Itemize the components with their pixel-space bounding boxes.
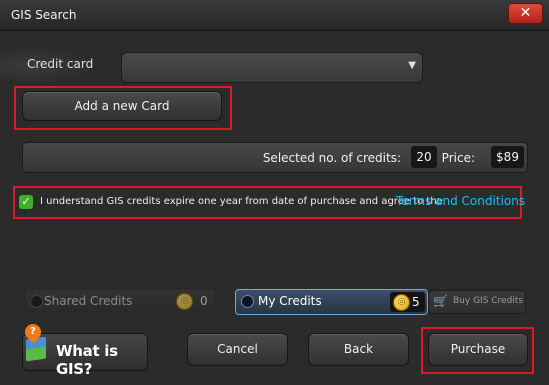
close-button[interactable]: ✕ xyxy=(508,3,543,24)
what-is-gis-button[interactable]: ? What is GIS? xyxy=(21,320,148,378)
buy-credits-label: Buy GIS Credits xyxy=(453,296,524,306)
cancel-button[interactable]: Cancel xyxy=(187,333,288,366)
chevron-down-icon[interactable]: ▼ xyxy=(408,60,416,71)
what-is-gis-label: What is GIS? xyxy=(56,342,118,378)
window-title: GIS Search xyxy=(11,8,77,22)
shared-credits-option[interactable]: Shared Credits ◎ 0 xyxy=(26,290,214,312)
purchase-button[interactable]: Purchase xyxy=(428,333,528,366)
gis-search-window: GIS Search ✕ Credit card ▼ Add a new Car… xyxy=(0,0,549,385)
my-credits-label: My Credits xyxy=(258,294,322,308)
terms-checkbox[interactable]: ✓ xyxy=(19,195,33,209)
coin-icon: ◎ xyxy=(393,294,410,311)
coin-icon: ◎ xyxy=(176,293,193,310)
title-bar: GIS Search ✕ xyxy=(0,0,549,31)
my-credits-option[interactable]: My Credits ◎ 5 xyxy=(235,289,428,315)
shared-credits-count: 0 xyxy=(200,294,208,308)
terms-link[interactable]: Terms and Conditions xyxy=(396,194,525,208)
back-button[interactable]: Back xyxy=(308,333,409,366)
credits-summary-bar: Selected no. of credits: 20 Price: $89 xyxy=(22,142,528,173)
credit-card-label: Credit card xyxy=(27,57,94,71)
my-credits-count-box: ◎ 5 xyxy=(390,292,425,312)
selected-credits-label: Selected no. of credits: xyxy=(262,151,401,165)
selected-credits-value[interactable]: 20 xyxy=(411,146,437,168)
radio-icon[interactable] xyxy=(30,295,43,308)
terms-agreement: ✓ I understand GIS credits expire one ye… xyxy=(19,193,525,213)
shared-credits-label: Shared Credits xyxy=(44,294,133,308)
radio-icon[interactable] xyxy=(241,295,254,308)
my-credits-count: 5 xyxy=(412,295,420,309)
price-label: Price: xyxy=(441,151,475,165)
credit-card-select[interactable]: ▼ xyxy=(121,52,423,83)
price-value: $89 xyxy=(491,146,524,168)
add-card-button[interactable]: Add a new Card xyxy=(22,91,222,121)
cart-icon: 🛒 xyxy=(433,294,448,308)
terms-text: I understand GIS credits expire one year… xyxy=(40,196,443,207)
buy-gis-credits-button[interactable]: 🛒 Buy GIS Credits xyxy=(428,290,526,314)
